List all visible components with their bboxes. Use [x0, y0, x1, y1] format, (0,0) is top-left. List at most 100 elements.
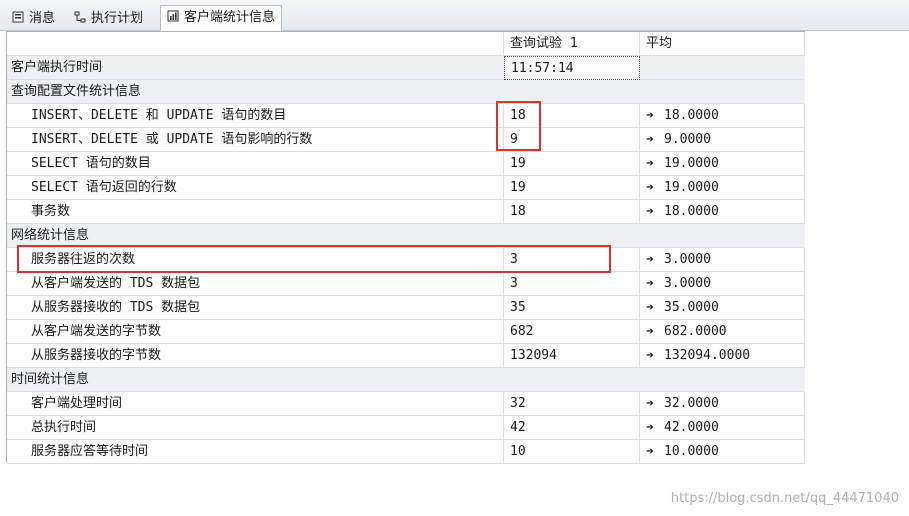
stat-row[interactable]: 服务器应答等待时间 10 ➔ 10.0000 — [7, 440, 805, 464]
trend-arrow-icon: ➔ — [646, 252, 654, 267]
results-tab-bar: 消息 执行计划 客户端统计信息 — [0, 0, 909, 31]
trial-1-value — [504, 368, 640, 392]
header-average[interactable]: 平均 — [640, 32, 805, 56]
stat-row[interactable]: SELECT 语句返回的行数 19 ➔ 19.0000 — [7, 176, 805, 200]
stat-row[interactable]: 服务器往返的次数 3 ➔ 3.0000 — [7, 248, 805, 272]
stat-row[interactable]: 事务数 18 ➔ 18.0000 — [7, 200, 805, 224]
stat-label: 服务器应答等待时间 — [7, 440, 504, 464]
stat-row[interactable]: 从客户端发送的 TDS 数据包 3 ➔ 3.0000 — [7, 272, 805, 296]
average-cell: ➔ 35.0000 — [640, 296, 805, 320]
average-cell: ➔ 19.0000 — [640, 152, 805, 176]
header-name-column — [7, 32, 504, 56]
average-value: 19.0000 — [664, 156, 719, 171]
average-cell — [640, 80, 805, 104]
stat-row[interactable]: 从服务器接收的 TDS 数据包 35 ➔ 35.0000 — [7, 296, 805, 320]
average-cell: ➔ 10.0000 — [640, 440, 805, 464]
stat-row[interactable]: 客户端处理时间 32 ➔ 32.0000 — [7, 392, 805, 416]
trial-1-value: 11:57:14 — [504, 56, 640, 80]
average-cell: ➔ 32.0000 — [640, 392, 805, 416]
trend-arrow-icon: ➔ — [646, 156, 654, 171]
section-row[interactable]: 查询配置文件统计信息 — [7, 80, 805, 104]
trial-1-value: 32 — [504, 392, 640, 416]
stat-label: 查询配置文件统计信息 — [7, 80, 504, 104]
header-trial-1[interactable]: 查询试验 1 — [504, 32, 640, 56]
stat-row[interactable]: INSERT、DELETE 和 UPDATE 语句的数目 18 ➔ 18.0000 — [7, 104, 805, 128]
stat-label: 事务数 — [7, 200, 504, 224]
trend-arrow-icon: ➔ — [646, 420, 654, 435]
trial-1-value: 132094 — [504, 344, 640, 368]
trend-arrow-icon: ➔ — [646, 180, 654, 195]
stat-label: 从客户端发送的 TDS 数据包 — [7, 272, 504, 296]
average-cell: ➔ 9.0000 — [640, 128, 805, 152]
trend-arrow-icon: ➔ — [646, 396, 654, 411]
tab-client-statistics[interactable]: 客户端统计信息 — [160, 5, 283, 31]
execution-plan-icon — [74, 11, 86, 23]
section-row[interactable]: 时间统计信息 — [7, 368, 805, 392]
average-cell — [640, 224, 805, 248]
stat-row[interactable]: 从服务器接收的字节数 132094 ➔ 132094.0000 — [7, 344, 805, 368]
average-value: 19.0000 — [664, 180, 719, 195]
stat-row[interactable]: 从客户端发送的字节数 682 ➔ 682.0000 — [7, 320, 805, 344]
tab-label: 执行计划 — [91, 11, 144, 26]
trend-arrow-icon: ➔ — [646, 276, 654, 291]
stat-label: 从客户端发送的字节数 — [7, 320, 504, 344]
average-value: 132094.0000 — [664, 348, 751, 363]
average-value: 3.0000 — [664, 276, 711, 291]
stat-label: INSERT、DELETE 和 UPDATE 语句的数目 — [7, 104, 504, 128]
average-cell: ➔ 3.0000 — [640, 248, 805, 272]
average-value: 18.0000 — [664, 108, 719, 123]
average-value: 35.0000 — [664, 300, 719, 315]
average-cell — [640, 368, 805, 392]
messages-icon — [12, 11, 24, 23]
trial-1-value — [504, 224, 640, 248]
stat-label: SELECT 语句返回的行数 — [7, 176, 504, 200]
stat-label: 从服务器接收的 TDS 数据包 — [7, 296, 504, 320]
trial-1-value — [504, 80, 640, 104]
trend-arrow-icon: ➔ — [646, 444, 654, 459]
stat-label: 时间统计信息 — [7, 368, 504, 392]
average-cell: ➔ 3.0000 — [640, 272, 805, 296]
stat-row[interactable]: SELECT 语句的数目 19 ➔ 19.0000 — [7, 152, 805, 176]
trial-1-value: 18 — [504, 200, 640, 224]
average-value: 10.0000 — [664, 444, 719, 459]
stat-label: 网络统计信息 — [7, 224, 504, 248]
stat-label: 客户端处理时间 — [7, 392, 504, 416]
average-cell: ➔ 682.0000 — [640, 320, 805, 344]
tab-label: 客户端统计信息 — [184, 10, 276, 25]
tab-label: 消息 — [29, 11, 56, 26]
section-row[interactable]: 网络统计信息 — [7, 224, 805, 248]
section-row[interactable]: 客户端执行时间 11:57:14 — [7, 56, 805, 80]
average-value: 3.0000 — [664, 252, 711, 267]
average-value: 682.0000 — [664, 324, 727, 339]
stat-row[interactable]: 总执行时间 42 ➔ 42.0000 — [7, 416, 805, 440]
trial-1-value: 682 — [504, 320, 640, 344]
stat-label: SELECT 语句的数目 — [7, 152, 504, 176]
stat-label: 服务器往返的次数 — [7, 248, 504, 272]
watermark: https://blog.csdn.net/qq_44471040 — [670, 491, 899, 506]
average-cell — [640, 56, 805, 80]
average-cell: ➔ 19.0000 — [640, 176, 805, 200]
stat-label: 从服务器接收的字节数 — [7, 344, 504, 368]
stat-label: INSERT、DELETE 或 UPDATE 语句影响的行数 — [7, 128, 504, 152]
stat-row[interactable]: INSERT、DELETE 或 UPDATE 语句影响的行数 9 ➔ 9.0000 — [7, 128, 805, 152]
average-cell: ➔ 18.0000 — [640, 104, 805, 128]
trend-arrow-icon: ➔ — [646, 204, 654, 219]
trial-1-value: 42 — [504, 416, 640, 440]
trend-arrow-icon: ➔ — [646, 324, 654, 339]
stat-label: 总执行时间 — [7, 416, 504, 440]
average-cell: ➔ 132094.0000 — [640, 344, 805, 368]
tab-execution-plan[interactable]: 执行计划 — [68, 8, 149, 30]
trend-arrow-icon: ➔ — [646, 300, 654, 315]
average-value: 9.0000 — [664, 132, 711, 147]
tab-messages[interactable]: 消息 — [6, 8, 61, 30]
statistics-grid: 查询试验 1 平均 客户端执行时间 11:57:14 查询配置文件统计信息 INSER… — [6, 31, 805, 464]
trial-1-value: 18 — [504, 104, 640, 128]
trend-arrow-icon: ➔ — [646, 108, 654, 123]
trial-1-value: 10 — [504, 440, 640, 464]
average-value: 42.0000 — [664, 420, 719, 435]
average-cell: ➔ 18.0000 — [640, 200, 805, 224]
trial-1-value: 3 — [504, 272, 640, 296]
trial-1-value: 3 — [504, 248, 640, 272]
trial-1-value: 19 — [504, 176, 640, 200]
trend-arrow-icon: ➔ — [646, 132, 654, 147]
